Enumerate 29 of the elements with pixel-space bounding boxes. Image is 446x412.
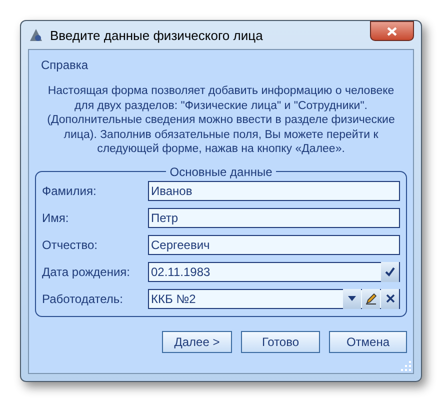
field-label: Фамилия: [42,184,98,198]
caret-icon [348,296,356,301]
dialog-button[interactable]: Готово [241,330,320,352]
field-label: Отчество: [42,238,98,252]
input-field[interactable]: ККБ №2 [148,288,400,308]
field-label: Дата рождения: [42,264,131,278]
input-field[interactable]: 02.11.1983 [148,262,400,282]
input-field[interactable]: Петр [148,208,400,228]
app-icon [28,27,44,43]
input-field[interactable]: Сергеевич [148,234,400,254]
dialog-button[interactable]: Отмена [329,330,407,352]
field-label: Работодатель: [42,292,124,306]
dropdown-button[interactable] [343,288,361,308]
close-button[interactable] [370,21,414,41]
dialog-button[interactable]: Далее > [162,330,232,352]
field-label: Имя: [42,210,70,224]
close-icon [387,26,397,36]
clear-button[interactable] [381,288,399,308]
input-field[interactable]: Иванов [148,180,400,200]
confirm-button[interactable] [381,262,399,282]
window-title: Введите данные физического лица [50,28,264,42]
resize-grip-icon [401,361,411,371]
help-text: Настоящая форма позволяет добавить информацию о человеке для двух разделов: "Физические лица" и "Сотрудники". (Дополнительные сведения можно ввести в разделе физические лица). Заполнив обязательные поля, Вы можете перейти к следующей форме, нажав на кнопку «Далее». [46,84,396,156]
clear-icon [386,294,394,303]
edit-button[interactable] [362,288,380,308]
group-title: Основные данные [168,164,274,178]
help-title: Справка [41,58,90,72]
pencil-icon [365,292,377,304]
checkmark-icon [385,266,395,276]
